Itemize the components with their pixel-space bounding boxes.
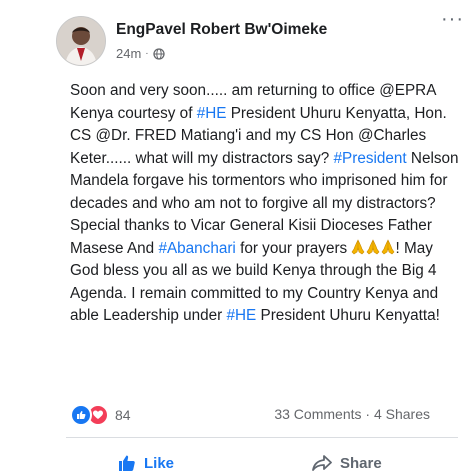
- like-button[interactable]: Like: [118, 454, 174, 472]
- engagement-stats: 33 Comments · 4 Shares: [274, 406, 430, 422]
- post-text-segment: courtesy of: [113, 104, 197, 122]
- post-actions: Like Share: [0, 446, 470, 476]
- prayer-emojis: [351, 238, 395, 255]
- like-reaction-icon: [70, 404, 92, 426]
- post-text-segment: President Uhuru Kenyatta!: [256, 307, 440, 324]
- stats-separator: ·: [361, 406, 374, 422]
- shares-count-link[interactable]: 4 Shares: [374, 406, 430, 422]
- actions-divider: [66, 437, 458, 438]
- author-name[interactable]: EngPavel Robert Bw'Oimeke: [116, 21, 327, 39]
- post-header: EngPavel Robert Bw'Oimeke 24m · ···: [0, 8, 470, 66]
- share-button[interactable]: Share: [312, 454, 382, 472]
- hashtag-link[interactable]: #President: [334, 150, 407, 167]
- hashtag-link[interactable]: #Abanchari: [158, 240, 235, 257]
- reaction-count: 84: [115, 407, 131, 423]
- like-label: Like: [144, 454, 175, 472]
- more-options-icon[interactable]: ···: [441, 8, 464, 31]
- post-text: Soon and very soon..... am returning to …: [70, 80, 462, 328]
- author-avatar[interactable]: [56, 16, 106, 66]
- globe-icon: [152, 47, 165, 60]
- post-text-segment: ...... what will my distractors say?: [105, 149, 334, 167]
- post-text-segment: @Dr. FRED Matiang'i: [95, 127, 242, 144]
- hashtag-link[interactable]: #HE: [227, 307, 257, 324]
- post-text-segment: Soon and very soon..... am returning to …: [70, 82, 380, 99]
- facebook-post: EngPavel Robert Bw'Oimeke 24m · ··· Soon…: [0, 0, 470, 472]
- reactions-summary[interactable]: 84: [70, 404, 131, 426]
- thumbs-up-icon: [119, 455, 135, 471]
- post-meta: 24m ·: [116, 46, 165, 61]
- share-arrow-icon: [312, 455, 332, 471]
- prayer-hands-icon: [366, 238, 380, 255]
- prayer-hands-icon: [351, 238, 365, 255]
- meta-separator: ·: [145, 48, 149, 59]
- comments-count-link[interactable]: 33 Comments: [274, 406, 361, 422]
- post-time[interactable]: 24m: [116, 46, 141, 61]
- post-text-segment: for your prayers: [235, 239, 352, 257]
- share-label: Share: [340, 454, 382, 472]
- post-paragraph: Soon and very soon..... am returning to …: [70, 80, 462, 328]
- post-text-segment: and my CS Hon: [241, 127, 358, 144]
- avatar-image: [57, 17, 105, 65]
- prayer-hands-icon: [381, 238, 395, 255]
- hashtag-link[interactable]: #HE: [197, 105, 227, 122]
